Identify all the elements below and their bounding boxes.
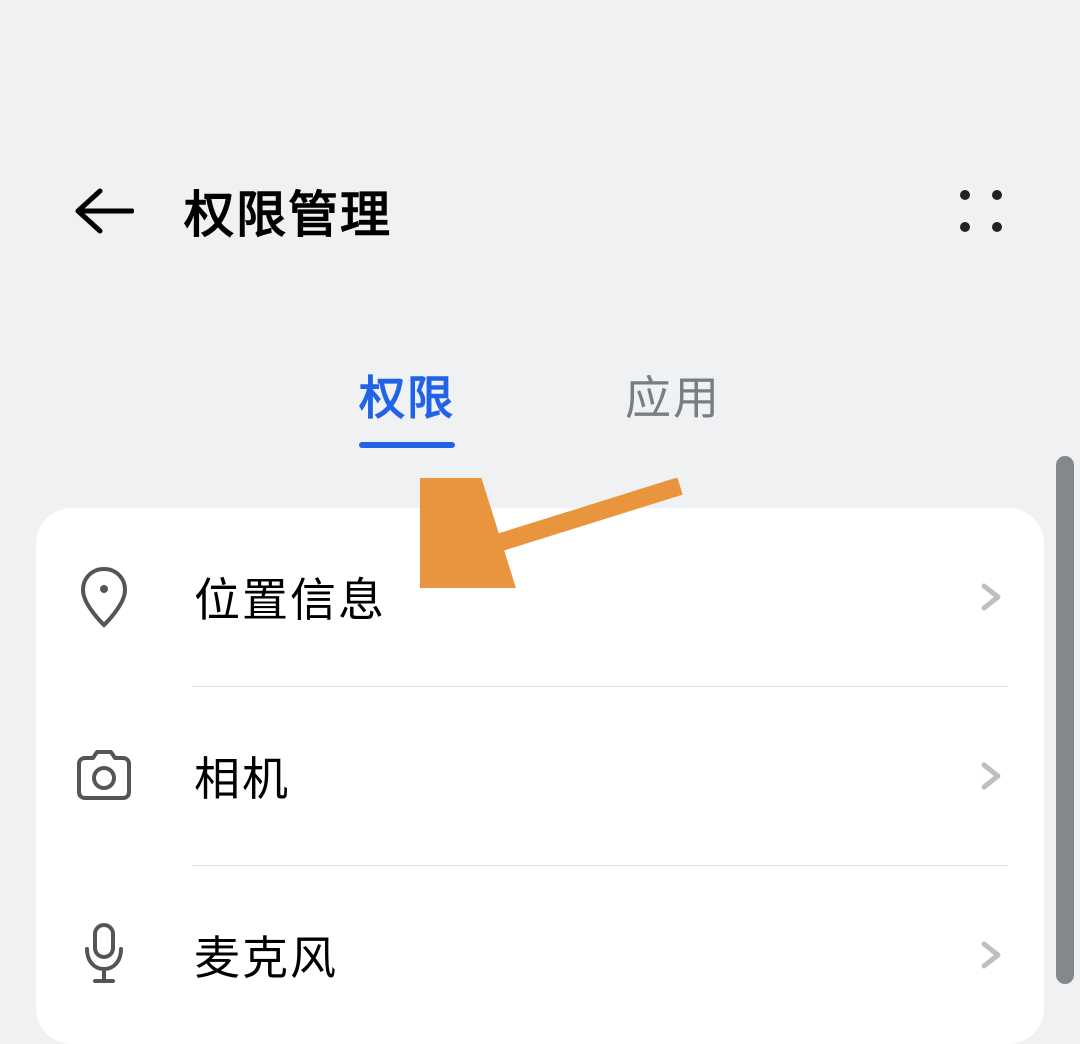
tab-apps[interactable]: 应用 (625, 362, 721, 448)
list-item-microphone[interactable]: 麦克风 (36, 866, 1044, 1044)
scrollbar[interactable] (1056, 456, 1074, 984)
tab-permissions[interactable]: 权限 (359, 362, 455, 448)
list-item-label: 麦克风 (194, 922, 976, 988)
back-arrow-icon (72, 187, 134, 235)
permissions-card: 位置信息 相机 麦克风 (36, 508, 1044, 1044)
dot-icon (992, 222, 1002, 232)
dot-icon (992, 190, 1002, 200)
list-item-label: 位置信息 (194, 564, 976, 630)
header: 权限管理 (0, 0, 1080, 247)
dot-icon (960, 190, 970, 200)
chevron-right-icon (976, 941, 1004, 969)
menu-button[interactable] (954, 184, 1008, 238)
list-item-label: 相机 (194, 743, 976, 809)
back-button[interactable] (72, 186, 134, 236)
dot-icon (960, 222, 970, 232)
tabs: 权限 应用 (0, 362, 1080, 448)
chevron-right-icon (976, 583, 1004, 611)
location-icon (72, 565, 136, 629)
list-item-camera[interactable]: 相机 (36, 687, 1044, 865)
list-item-location[interactable]: 位置信息 (36, 508, 1044, 686)
chevron-right-icon (976, 762, 1004, 790)
camera-icon (72, 744, 136, 808)
page-title: 权限管理 (184, 175, 392, 247)
microphone-icon (72, 923, 136, 987)
